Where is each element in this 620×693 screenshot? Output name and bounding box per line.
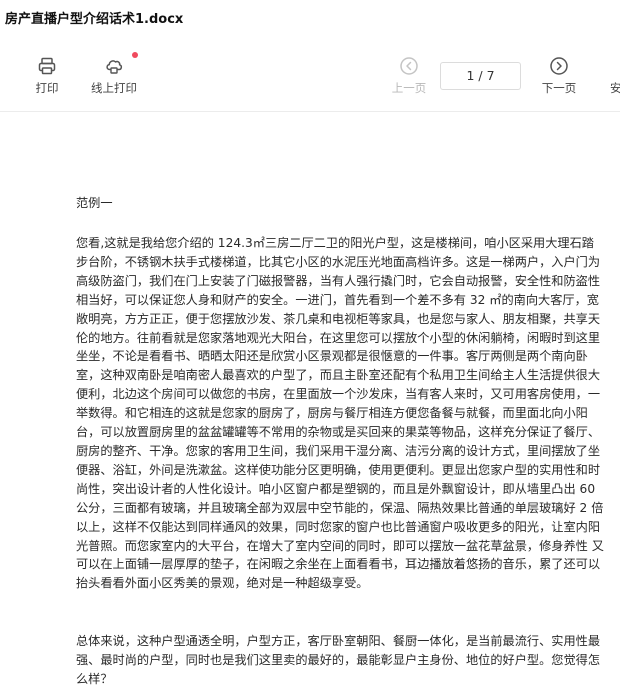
- partial-toolbar-label: 安: [610, 81, 620, 95]
- prev-page-label: 上一页: [391, 81, 427, 95]
- next-page-button[interactable]: 下一页: [534, 56, 584, 96]
- partial-toolbar-button[interactable]: 安: [610, 56, 620, 96]
- document-page: 范例一 您看,这就是我给您介绍的 124.3㎡三房二厅二卫的阳光户型，这是楼梯间…: [0, 112, 620, 693]
- print-button[interactable]: 打印: [24, 56, 70, 96]
- cloud-printer-icon: [106, 60, 123, 74]
- online-print-label: 线上打印: [91, 81, 137, 95]
- toolbar: 打印 线上打印 上一页 下一页 安: [0, 44, 620, 104]
- online-print-button[interactable]: 线上打印: [86, 52, 142, 96]
- page-indicator[interactable]: 1 / 7: [440, 62, 521, 90]
- document-paragraph: 您看,这就是我给您介绍的 124.3㎡三房二厅二卫的阳光户型，这是楼梯间，咱小区…: [76, 236, 604, 591]
- print-label: 打印: [35, 81, 59, 95]
- next-page-label: 下一页: [541, 81, 577, 95]
- document-paragraph: 总体来说，这种户型通透全明，户型方正，客厅卧室朝阳、餐厨一体化，是当前最流行、实…: [76, 634, 601, 686]
- arrow-right-circle-icon: [550, 57, 568, 75]
- title-bar: 房产直播户型介绍话术1.docx: [0, 0, 620, 38]
- prev-page-button[interactable]: 上一页: [384, 56, 434, 96]
- printer-icon: [38, 57, 56, 75]
- arrow-left-circle-icon: [400, 57, 418, 75]
- notification-dot: [132, 52, 138, 58]
- document-title: 房产直播户型介绍话术1.docx: [5, 12, 184, 27]
- document-heading: 范例一: [76, 196, 113, 210]
